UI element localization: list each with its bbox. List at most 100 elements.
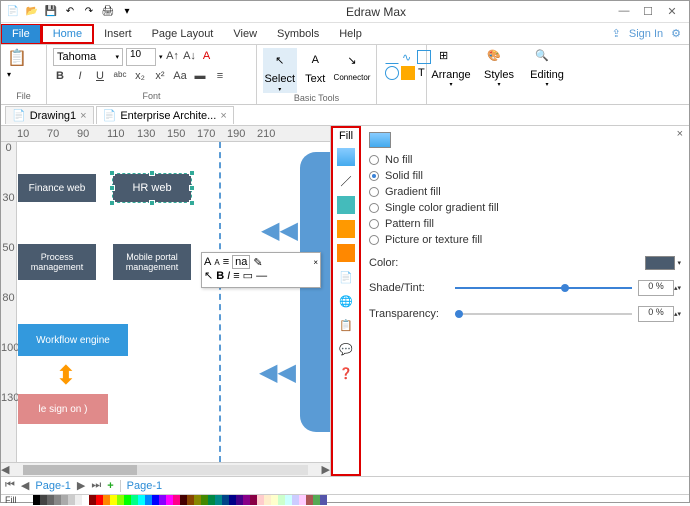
scroll-left-icon[interactable]: ◀	[1, 463, 9, 476]
fill-panel-icon[interactable]	[337, 148, 355, 166]
palette-swatch[interactable]	[103, 495, 110, 505]
minimize-button[interactable]: —	[617, 5, 631, 19]
signin-link[interactable]: Sign In	[629, 28, 663, 40]
page-tab-1[interactable]: Page-1	[35, 480, 70, 492]
mini-bold[interactable]: B	[216, 270, 224, 282]
bold-button[interactable]: B	[53, 70, 67, 84]
palette-swatch[interactable]	[187, 495, 194, 505]
palette-swatch[interactable]	[306, 495, 313, 505]
mini-fill-icon[interactable]: ▭	[243, 269, 253, 282]
ribbon-arrange-group[interactable]: ⊞ Arrange▾	[427, 45, 475, 104]
image-panel-icon[interactable]	[337, 220, 355, 238]
palette-swatch[interactable]	[271, 495, 278, 505]
transparency-value-input[interactable]: 0 %	[638, 306, 674, 322]
line-panel-icon[interactable]: ／	[337, 172, 355, 190]
font-size-combo[interactable]: 10	[126, 48, 156, 66]
settings-icon[interactable]: ⚙	[671, 27, 681, 40]
highlight-button[interactable]: ▬	[193, 70, 207, 84]
shade-value-input[interactable]: 0 %	[638, 280, 674, 296]
palette-swatch[interactable]	[124, 495, 131, 505]
palette-swatch[interactable]	[236, 495, 243, 505]
palette-swatch[interactable]	[313, 495, 320, 505]
palette-swatch[interactable]	[138, 495, 145, 505]
font-name-combo[interactable]: Tahoma▾	[53, 48, 123, 66]
page-prev-icon[interactable]: ◀	[21, 479, 29, 492]
color-dd-icon[interactable]: ▾	[677, 259, 681, 267]
comment-panel-icon[interactable]: 💬	[337, 340, 355, 358]
palette-swatch[interactable]	[40, 495, 47, 505]
menu-page-layout[interactable]: Page Layout	[142, 25, 224, 43]
page-last-icon[interactable]: ⏭	[91, 479, 101, 492]
ribbon-editing-group[interactable]: 🔍 Editing▾	[523, 45, 571, 104]
shape-hr-web[interactable]: HR web	[113, 174, 191, 202]
palette-swatch[interactable]	[250, 495, 257, 505]
palette-swatch[interactable]	[152, 495, 159, 505]
doc-tab-drawing1[interactable]: 📄 Drawing1 ×	[5, 106, 94, 124]
palette-swatch[interactable]	[292, 495, 299, 505]
panel-close-icon[interactable]: ×	[677, 128, 683, 140]
mini-line-icon[interactable]: —	[256, 270, 267, 282]
radio-pattern-fill[interactable]: Pattern fill	[369, 218, 681, 230]
fill-shape-icon[interactable]	[401, 66, 415, 80]
line-shape-icon[interactable]	[385, 50, 399, 64]
palette-swatch[interactable]	[61, 495, 68, 505]
spinner-icon[interactable]: ▴▾	[674, 310, 681, 318]
shape-workflow[interactable]: Workflow engine	[18, 324, 128, 356]
palette-swatch[interactable]	[264, 495, 271, 505]
case-button[interactable]: Aa	[173, 70, 187, 84]
doc-panel-icon[interactable]: 📋	[337, 316, 355, 334]
radio-single-gradient[interactable]: Single color gradient fill	[369, 202, 681, 214]
palette-swatch[interactable]	[96, 495, 103, 505]
share-icon[interactable]: ⇪	[612, 27, 621, 40]
palette-swatch[interactable]	[222, 495, 229, 505]
palette-swatch[interactable]	[194, 495, 201, 505]
radio-gradient-fill[interactable]: Gradient fill	[369, 186, 681, 198]
palette-swatch[interactable]	[180, 495, 187, 505]
page-panel-icon[interactable]: 📄	[337, 268, 355, 286]
spinner-icon[interactable]: ▴▾	[674, 284, 681, 292]
font-color-icon[interactable]: A	[200, 50, 214, 64]
close-tab-icon[interactable]: ×	[80, 110, 86, 122]
mini-align2-icon[interactable]: ≡	[233, 270, 239, 282]
palette-swatch[interactable]	[75, 495, 82, 505]
mini-align-icon[interactable]: ≡	[223, 256, 229, 268]
menu-help[interactable]: Help	[329, 25, 372, 43]
palette-swatch[interactable]	[243, 495, 250, 505]
qat-redo-icon[interactable]: ↷	[81, 4, 97, 20]
shape-mobile-mgmt[interactable]: Mobile portal management	[113, 244, 191, 280]
qat-more-icon[interactable]: ▾	[119, 4, 135, 20]
big-arrow-shape[interactable]	[300, 152, 330, 432]
add-page-button[interactable]: +	[107, 480, 113, 492]
scrollbar-thumb[interactable]	[23, 465, 137, 475]
mini-font-a-small[interactable]: A	[214, 258, 219, 267]
menu-view[interactable]: View	[223, 25, 267, 43]
palette-swatch[interactable]	[82, 495, 89, 505]
superscript-button[interactable]: x²	[153, 70, 167, 84]
color-swatch[interactable]	[645, 256, 675, 270]
qat-save-icon[interactable]: 💾	[43, 4, 59, 20]
maximize-button[interactable]: ☐	[641, 5, 655, 19]
palette-swatch[interactable]	[229, 495, 236, 505]
qat-print-icon[interactable]: 🖨	[100, 4, 116, 20]
shape-process-mgmt[interactable]: Process management	[18, 244, 96, 280]
close-tab-icon[interactable]: ×	[220, 110, 226, 122]
select-tool[interactable]: ↖ Select▾	[263, 48, 297, 93]
menu-insert[interactable]: Insert	[94, 25, 142, 43]
palette-swatch[interactable]	[110, 495, 117, 505]
font-grow-icon[interactable]: A↑	[166, 50, 180, 64]
palette-swatch[interactable]	[68, 495, 75, 505]
palette-swatch[interactable]	[278, 495, 285, 505]
font-shrink-icon[interactable]: A↓	[183, 50, 197, 64]
paste-icon[interactable]: 📋	[7, 48, 40, 68]
scroll-right-icon[interactable]: ▶	[322, 463, 330, 476]
floating-format-toolbar[interactable]: A A ≡ na ✎ × ↖ B I ≡ ▭ —	[201, 252, 321, 288]
qat-undo-icon[interactable]: ↶	[62, 4, 78, 20]
menu-home[interactable]: Home	[41, 24, 94, 44]
palette-swatch[interactable]	[215, 495, 222, 505]
palette-swatch[interactable]	[201, 495, 208, 505]
palette-swatch[interactable]	[166, 495, 173, 505]
palette-swatch[interactable]	[257, 495, 264, 505]
mini-font-a[interactable]: A	[204, 256, 211, 268]
page-tab-2[interactable]: Page-1	[127, 480, 162, 492]
qat-open-icon[interactable]: 📂	[24, 4, 40, 20]
